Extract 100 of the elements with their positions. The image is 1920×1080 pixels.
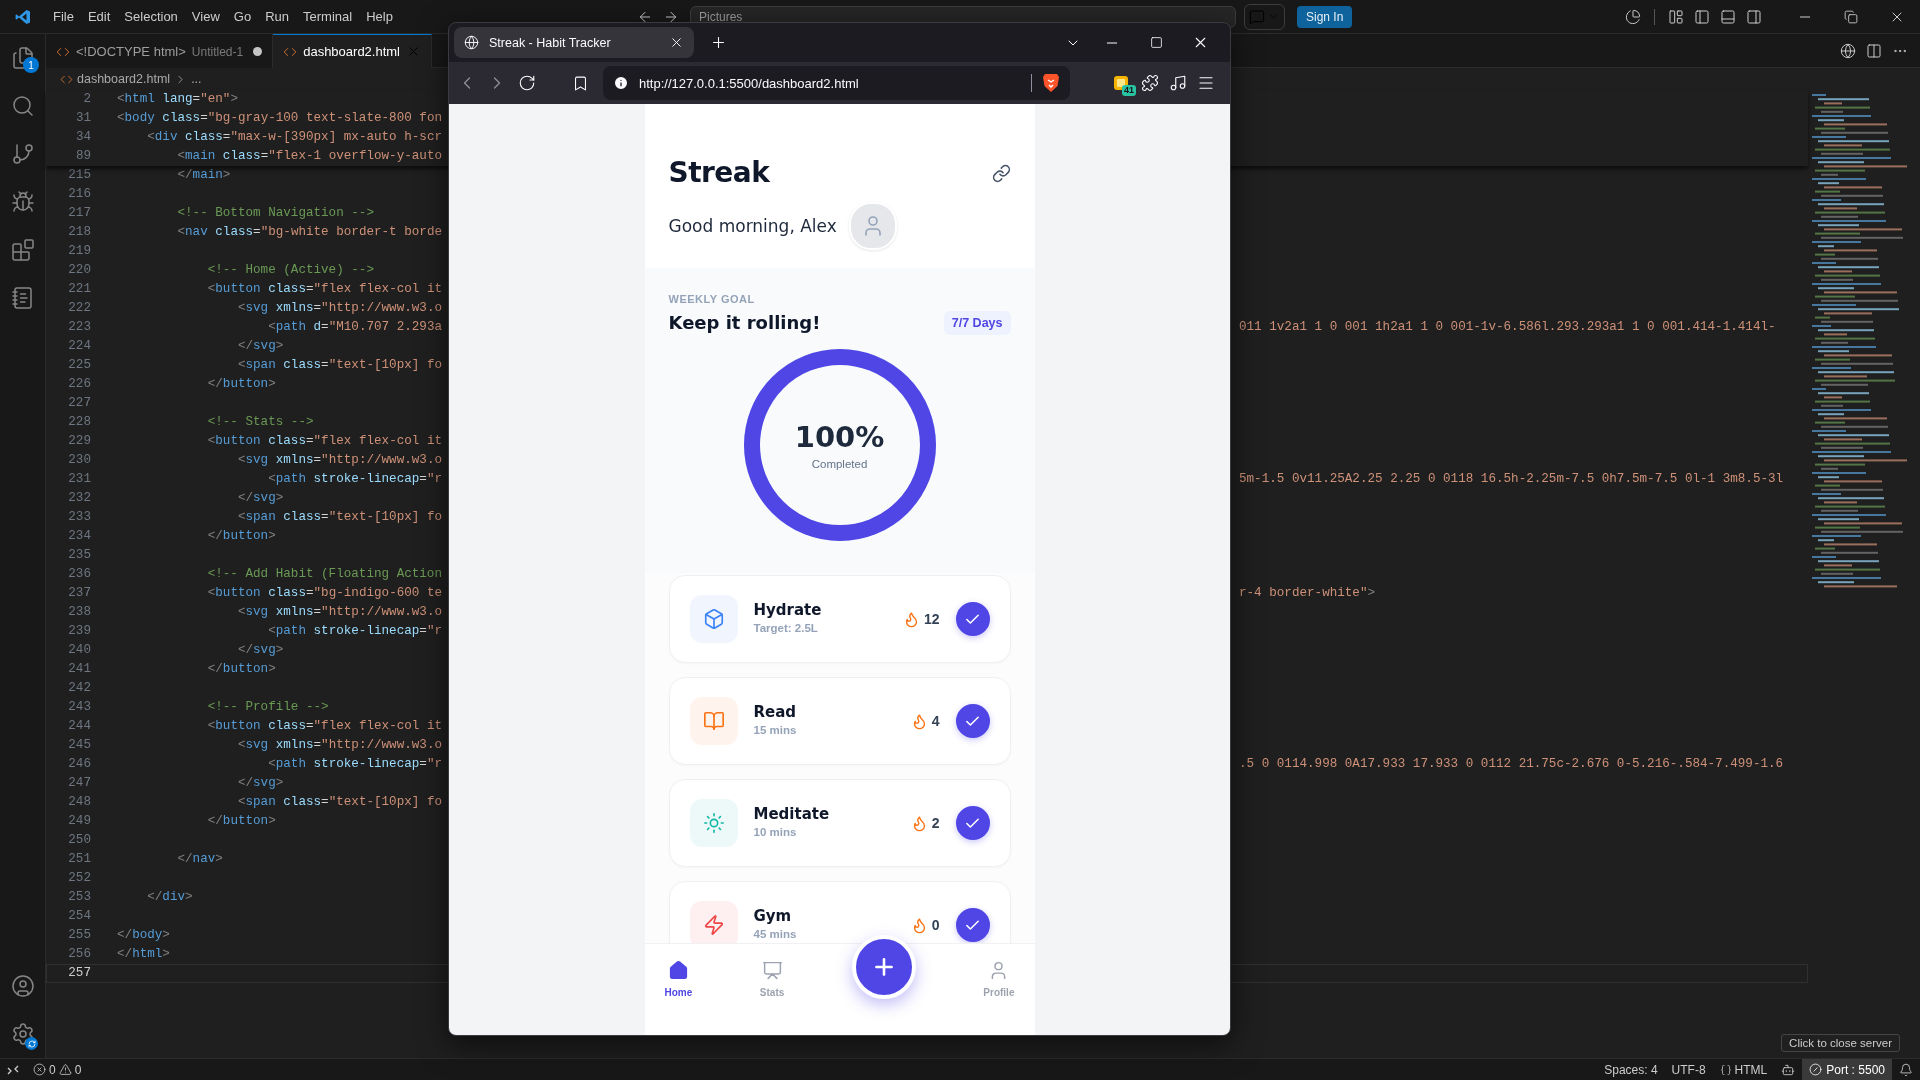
habit-card[interactable]: Meditate 10 mins 2 [668,779,1011,867]
line-number: 228 [67,414,91,431]
line-number: 31 [74,110,91,127]
layout-icon[interactable] [1668,8,1684,25]
presentation-icon [761,960,783,981]
sign-in-button[interactable]: Sign In [1297,5,1353,28]
menu-item[interactable]: Selection [117,0,185,34]
section-heading: Keep it rolling! [668,311,821,335]
code-line: </div> [146,889,194,906]
code-line: <!-- Home (Active) --> [206,262,375,279]
line-number: 89 [74,148,91,165]
code-line: </main> [176,167,232,184]
breadcrumb-item[interactable]: dashboard2.html [77,72,171,86]
code-line: .5 0 0114.998 0A17.933 17.933 0 0112 21.75c-2.676 0-5.216-.584-7.499-1.6 [1239,756,1785,773]
encoding-status[interactable]: UTF-8 [1664,1059,1713,1080]
right-panel-icon[interactable] [1746,8,1762,25]
language-status[interactable]: HTML [1734,1062,1768,1077]
habit-detail: 15 mins [753,724,798,736]
habit-detail: Target: 2.5L [753,622,819,634]
check-button[interactable] [955,908,990,942]
info-icon[interactable] [613,75,629,91]
port-status[interactable]: Port : 5500 [1802,1059,1892,1080]
habit-card[interactable]: Read 15 mins 4 [668,677,1011,765]
remote-icon[interactable] [7,1063,19,1076]
menu-item[interactable]: Edit [80,0,118,34]
menu-item[interactable]: Run [258,0,296,34]
code-line: <path stroke-linecap="r [267,471,443,488]
habit-name: Hydrate [753,601,823,619]
line-number: 251 [67,851,91,868]
line-number: 217 [67,205,91,222]
notebook-icon[interactable] [10,286,35,310]
files-icon[interactable] [10,46,35,70]
menu-item[interactable]: File [46,0,81,34]
code-line: <main class="flex-1 overflow-y-auto [176,148,443,165]
code-line: <button class="flex flex-col it [206,281,444,298]
breadcrumb-item[interactable]: ... [191,72,202,86]
left-panel-icon[interactable] [1694,8,1710,25]
line-number: 256 [67,946,91,963]
globe-icon [464,35,479,50]
address-bar[interactable]: http://127.0.0.1:5500/dashboard2.html [603,66,1070,100]
error-count[interactable]: 0 [49,1062,56,1077]
maximize-icon[interactable] [1149,36,1163,49]
line-number: 215 [67,167,91,184]
globe-icon[interactable] [1840,42,1856,59]
pie-icon[interactable] [1625,8,1641,25]
code-line: 5m-1.5 0v11.25A2.25 2.25 0 0118 16.5h-2.25m-7.5 0h7.5m-7.5 0l-1 3m8.5-3l [1239,471,1785,488]
habit-card[interactable]: Gym 45 mins 0 [668,881,1011,943]
line-number: 237 [67,585,91,602]
days-badge: 7/7 Days [943,311,1011,335]
browser-tab[interactable]: Streak - Habit Tracker [454,27,694,58]
menu-item[interactable]: Terminal [296,0,360,34]
streak-count: 0 [931,917,940,933]
warning-count[interactable]: 0 [74,1062,82,1077]
menu-icon[interactable] [1197,74,1215,92]
account-icon[interactable] [10,974,35,998]
indentation-status[interactable]: Spaces: 4 [1597,1059,1665,1080]
line-number: 236 [67,566,91,583]
check-button[interactable] [955,806,990,840]
split-editor-icon[interactable] [1866,42,1882,59]
line-number: 234 [67,528,91,545]
line-number: 220 [67,262,91,279]
code-line: <!-- Profile --> [206,699,330,716]
streak-count: 4 [931,713,940,729]
code-line: <svg xmlns="http://www.w3.o [236,300,444,317]
link-icon[interactable] [991,163,1011,183]
menu-item[interactable]: Go [226,0,259,34]
line-number: 252 [67,870,91,887]
reload-icon[interactable] [518,74,536,92]
editor-tab[interactable]: <!DOCTYPE html> Untitled-1 [46,34,274,68]
line-number: 235 [67,547,91,564]
bottom-panel-icon[interactable] [1720,8,1736,25]
check-button[interactable] [955,704,990,738]
line-number: 224 [67,338,91,355]
line-number: 244 [67,718,91,735]
notification-badge: 1 [23,57,39,73]
code-line: <svg xmlns="http://www.w3.o [236,604,444,621]
settings-icon[interactable] [10,1022,35,1046]
bug-icon[interactable] [10,190,35,214]
music-icon[interactable] [1169,74,1187,92]
menu-item[interactable]: Help [359,0,400,34]
editor-tab[interactable]: dashboard2.html [273,34,432,68]
search-icon[interactable] [10,94,35,118]
menu-item[interactable]: View [184,0,227,34]
puzzle-icon[interactable] [1141,74,1159,92]
code-line: <nav class="bg-white border-t borde [176,224,444,241]
restore-icon[interactable] [1844,9,1858,24]
branch-icon[interactable] [10,142,35,166]
progress-percent: 100% [794,420,885,454]
bell-icon[interactable] [1899,1062,1913,1077]
nav-item[interactable]: Home [664,960,693,998]
check-button[interactable] [955,602,990,636]
habit-card[interactable]: Hydrate Target: 2.5L 12 [668,575,1011,663]
copilot-icon[interactable] [1781,1062,1796,1077]
blocks-icon[interactable] [10,238,35,262]
line-number: 253 [67,889,91,906]
shield-icon[interactable] [1042,73,1060,93]
line-number: 222 [67,300,91,317]
code-line: <span class="text-[10px] fo [236,357,443,374]
code-line: r-4 border-white"> [1239,585,1377,602]
code-line: <div class="max-w-[390px] mx-auto h-scr [146,129,444,146]
